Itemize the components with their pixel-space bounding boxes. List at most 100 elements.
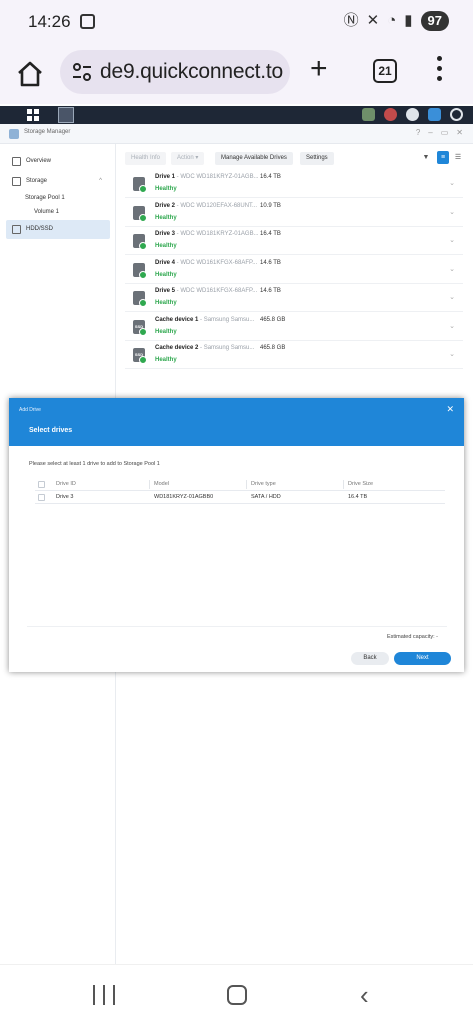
chevron-down-icon[interactable]: ⌄ [449, 350, 455, 358]
minimize-icon[interactable]: – [428, 128, 432, 137]
drive-row[interactable]: Drive 5 - WDC WD161KFGX-68AFP... 14.6 TB H… [125, 284, 463, 312]
drive-row[interactable]: Drive 3 - WDC WD181KRYZ-01AGB... 16.4 TB H… [125, 227, 463, 255]
chevron-down-icon[interactable]: ⌄ [449, 236, 455, 244]
drive-row[interactable]: Drive 1 - WDC WD181KRYZ-01AGB... 16.4 TB H… [125, 170, 463, 198]
sync-status-icon[interactable] [362, 108, 375, 121]
site-settings-icon[interactable] [70, 60, 94, 84]
row-checkbox[interactable] [38, 494, 45, 501]
dsm-taskbar [0, 106, 473, 124]
storage-manager-icon [9, 129, 19, 139]
drive-name: Cache device 1 - Samsung Samsu... [155, 316, 255, 323]
mute-icon: ✕ [366, 12, 380, 29]
dialog-close-icon[interactable]: ✕ [446, 404, 454, 415]
search-icon[interactable] [450, 108, 463, 121]
column-header-drive-size[interactable]: Drive Size [348, 481, 373, 487]
home-icon[interactable] [14, 58, 46, 90]
sidebar-item-storage[interactable]: Storage ^ [6, 172, 110, 191]
system-nav-bar: ‹ [0, 964, 473, 1024]
divider [27, 626, 447, 627]
back-nav-button[interactable]: ‹ [360, 982, 369, 1008]
status-time: 14:26 [28, 12, 71, 31]
column-header-drive-id[interactable]: Drive ID [56, 481, 76, 487]
maximize-icon[interactable]: ▭ [441, 128, 449, 137]
add-drive-dialog: Add Drive Select drives ✕ Please select … [9, 398, 464, 672]
storage-icon [12, 177, 21, 186]
table-row[interactable]: Drive 3 WD181KRYZ-01AGBB0 SATA / HDD 16.… [35, 491, 445, 504]
drive-model: - WDC WD181KRYZ-01AGB... [175, 174, 259, 180]
drive-name: Cache device 2 - Samsung Samsu... [155, 345, 255, 351]
signal-icon: ▮ [404, 12, 413, 29]
sidebar-item-volume[interactable]: Volume 1 [34, 209, 59, 215]
home-button[interactable] [227, 985, 247, 1005]
chevron-down-icon[interactable]: ⌄ [449, 265, 455, 273]
help-icon[interactable]: ? [416, 128, 420, 137]
browser-toolbar: de9.quickconnect.to + 21 [0, 44, 473, 104]
drive-status: Healthy [155, 357, 177, 363]
drive-name: Drive 3 - WDC WD181KRYZ-01AGB... [155, 231, 259, 237]
new-tab-button[interactable]: + [310, 54, 328, 84]
detail-view-icon[interactable]: ☰ [452, 151, 464, 164]
action-dropdown[interactable]: Action ▾ [171, 152, 205, 165]
chevron-down-icon[interactable]: ⌄ [449, 293, 455, 301]
browser-menu-icon[interactable] [436, 56, 442, 86]
nfc-icon: Ⓝ [343, 12, 359, 29]
drive-name: Drive 4 - WDC WD161KFGX-68AFP... [155, 259, 258, 266]
tab-switcher-button[interactable]: 21 [373, 59, 397, 83]
drive-status: Healthy [155, 328, 177, 335]
back-button[interactable]: Back [351, 652, 389, 665]
url-text: de9.quickconnect.to [100, 60, 283, 83]
drive-row[interactable]: Drive 4 - WDC WD161KFGX-68AFP... 14.6 TB H… [125, 256, 463, 284]
drive-model: - Samsung Samsu... [198, 316, 255, 323]
close-icon[interactable]: ✕ [456, 128, 463, 137]
user-icon[interactable] [406, 108, 419, 121]
drive-status: Healthy [155, 214, 177, 221]
storage-manager-task-icon[interactable] [58, 107, 74, 123]
drive-model: - WDC WD161KFGX-68AFP... [175, 259, 258, 266]
drive-name: Drive 1 - WDC WD181KRYZ-01AGB... [155, 174, 259, 180]
cell-drive-size: 16.4 TB [348, 494, 368, 500]
sidebar-item-hdd-ssd[interactable]: HDD/SSD [6, 220, 110, 239]
settings-button[interactable]: Settings [300, 152, 334, 165]
chevron-up-icon[interactable]: ^ [99, 172, 102, 191]
manage-drives-button[interactable]: Manage Available Drives [215, 152, 293, 165]
chevron-down-icon[interactable]: ⌄ [449, 179, 455, 187]
column-header-model[interactable]: Model [154, 481, 169, 487]
sidebar-item-storage-pool[interactable]: Storage Pool 1 [25, 195, 65, 201]
health-info-button[interactable]: Health Info [125, 152, 167, 165]
drive-select-table: Drive ID Model Drive type Drive Size Dri… [35, 478, 445, 504]
next-button[interactable]: Next [394, 652, 451, 665]
widgets-icon[interactable] [428, 108, 441, 121]
drive-model: - Samsung Samsu... [198, 345, 255, 351]
healthy-check-icon [139, 185, 147, 193]
cell-model: WD181KRYZ-01AGBB0 [154, 494, 214, 500]
overview-icon [12, 157, 21, 166]
drive-model: - WDC WD120EFAX-68UNT... [175, 202, 258, 209]
list-view-icon[interactable]: ≡ [437, 151, 449, 164]
recent-apps-button[interactable] [93, 985, 115, 1005]
filter-icon[interactable]: ▼ [420, 151, 432, 164]
drive-row[interactable]: SSD Cache device 1 - Samsung Samsu... 465.… [125, 313, 463, 341]
healthy-check-icon [139, 270, 147, 279]
main-menu-icon[interactable] [27, 109, 39, 121]
drive-name: Drive 5 - WDC WD161KFGX-68AFP... [155, 288, 258, 294]
drive-size: 14.6 TB [260, 259, 281, 266]
drive-row[interactable]: SSD Cache device 2 - Samsung Samsu... 465.… [125, 341, 463, 369]
select-all-checkbox[interactable] [38, 481, 45, 488]
chevron-down-icon[interactable]: ⌄ [449, 208, 455, 216]
status-bar: 14:26 Ⓝ ✕ ◔ ▮ 97 [0, 0, 473, 44]
cell-drive-id: Drive 3 [56, 494, 74, 500]
sidebar-item-overview[interactable]: Overview [6, 152, 110, 171]
screenshot-icon [80, 14, 95, 29]
column-header-drive-type[interactable]: Drive type [251, 481, 276, 487]
dialog-title: Select drives [29, 427, 73, 434]
window-title-bar: Storage Manager ? – ▭ ✕ [0, 124, 473, 144]
notification-icon[interactable] [384, 108, 397, 121]
chevron-down-icon[interactable]: ⌄ [449, 322, 455, 330]
drive-size: 465.8 GB [260, 345, 286, 351]
drive-size: 16.4 TB [260, 174, 281, 180]
dialog-header: Add Drive Select drives ✕ [9, 398, 464, 446]
drive-row[interactable]: Drive 2 - WDC WD120EFAX-68UNT... 10.9 TB H… [125, 199, 463, 227]
healthy-check-icon [139, 299, 147, 307]
address-bar[interactable]: de9.quickconnect.to [60, 50, 290, 94]
drive-size: 465.8 GB [260, 316, 286, 323]
